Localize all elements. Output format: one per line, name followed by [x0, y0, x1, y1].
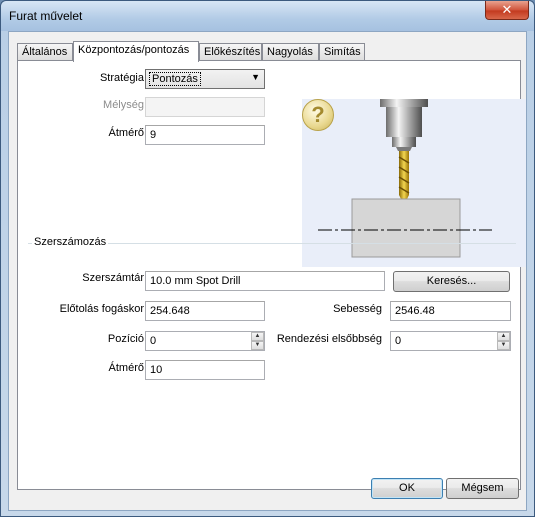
chevron-down-icon: ▼ [251, 72, 260, 82]
cancel-button[interactable]: Mégsem [446, 478, 519, 499]
depth-label: Mélység [103, 99, 144, 111]
spin-down-icon[interactable]: ▼ [251, 341, 264, 350]
position-value: 0 [150, 335, 157, 347]
order-stepper[interactable]: 0 ▲ ▼ [390, 331, 511, 351]
close-icon: ✕ [501, 2, 513, 17]
tooling-group-label: Szerszámozás [32, 236, 109, 248]
tab-roughing[interactable]: Nagyolás [262, 43, 319, 61]
search-button[interactable]: Keresés... [393, 271, 510, 292]
position-stepper[interactable]: 0 ▲ ▼ [145, 331, 265, 351]
depth-field[interactable] [145, 97, 265, 117]
spin-down-icon[interactable]: ▼ [497, 341, 510, 350]
strategy-value: Pontozás [149, 72, 201, 86]
ok-button[interactable]: OK [371, 478, 443, 499]
title-bar[interactable]: Furat művelet ✕ [1, 1, 534, 31]
tab-general[interactable]: Általános [17, 43, 73, 61]
position-label: Pozíció [107, 333, 144, 345]
library-field[interactable]: 10.0 mm Spot Drill [145, 271, 385, 291]
strategy-select[interactable]: Pontozás ▼ [145, 69, 265, 89]
speed-field[interactable]: 2546.48 [390, 301, 511, 321]
strategy-label: Stratégia [99, 72, 144, 84]
workpiece [351, 198, 461, 258]
dialog-window: Furat művelet ✕ Általános Központozás/po… [0, 0, 535, 517]
feed-label: Előtolás fogáskor [59, 303, 144, 315]
tab-centering[interactable]: Központozás/pontozás [73, 41, 199, 62]
close-button[interactable]: ✕ [485, 1, 529, 20]
tool-diameter-field[interactable]: 10 [145, 360, 265, 380]
spin-up-icon[interactable]: ▲ [251, 332, 264, 341]
order-value: 0 [395, 335, 402, 347]
feed-field[interactable]: 254.648 [145, 301, 265, 321]
drill-diagram [318, 99, 492, 258]
diameter-label: Átmérő [108, 127, 144, 139]
tab-finishing[interactable]: Simítás [319, 43, 365, 61]
drill-illustration: ? [302, 99, 526, 267]
diameter-field[interactable]: 9 [145, 125, 265, 145]
tab-preparation[interactable]: Előkészítés [199, 43, 262, 61]
order-spin-buttons: ▲ ▼ [497, 332, 510, 350]
position-spin-buttons: ▲ ▼ [251, 332, 264, 350]
dialog-client: Általános Központozás/pontozás Előkészít… [8, 31, 527, 511]
tab-page-centering: Stratégia Pontozás ▼ Mélység Átmérő 9 ? … [17, 60, 526, 490]
window-title: Furat művelet [9, 9, 83, 23]
library-label: Szerszámtár [82, 272, 144, 284]
tool-diameter-label: Átmérő [108, 362, 144, 374]
order-label: Rendezési elsőbbség [276, 333, 382, 345]
speed-label: Sebesség [333, 303, 382, 315]
spin-up-icon[interactable]: ▲ [497, 332, 510, 341]
question-icon[interactable]: ? [302, 99, 334, 131]
